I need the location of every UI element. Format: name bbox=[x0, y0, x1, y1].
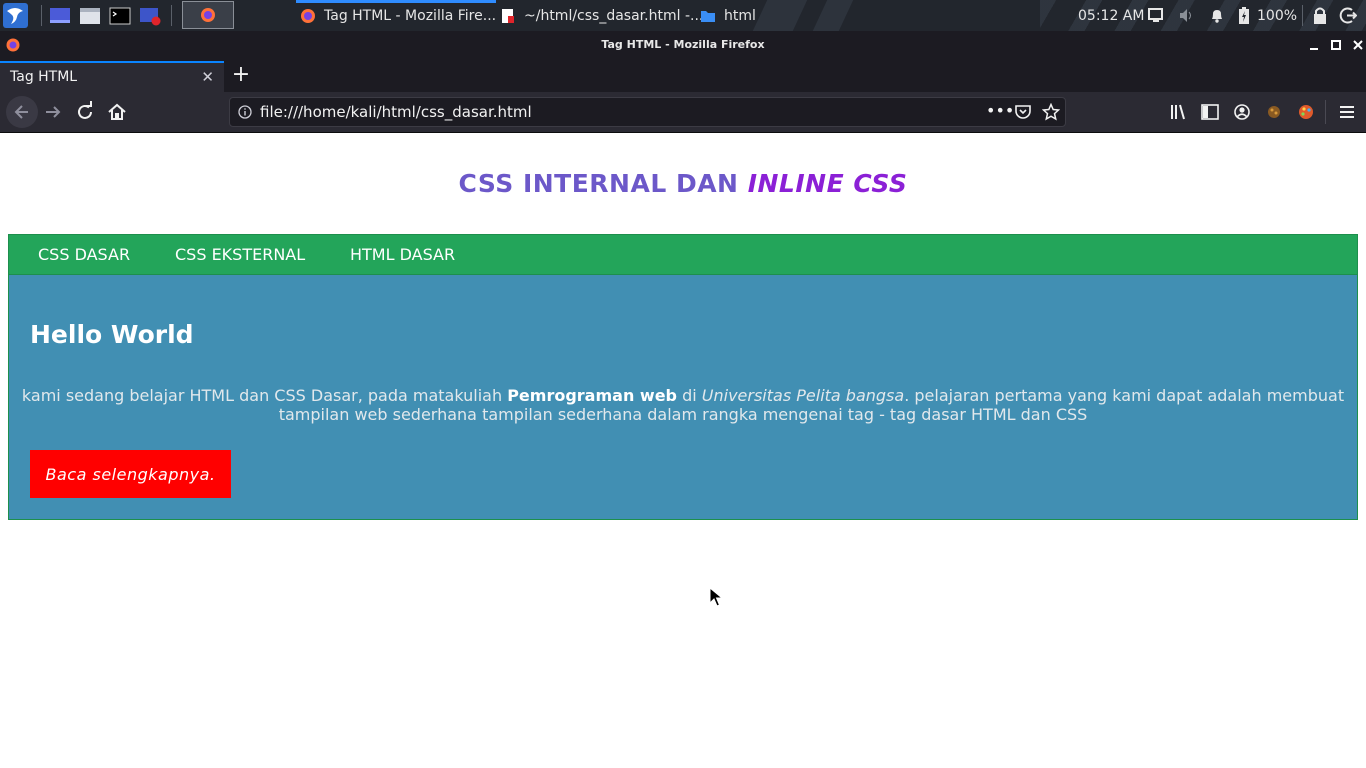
battery-level: 100% bbox=[1257, 0, 1297, 31]
kali-menu-icon[interactable] bbox=[3, 3, 28, 28]
lock-icon[interactable] bbox=[1312, 6, 1328, 25]
text-file-icon bbox=[502, 8, 514, 23]
show-desktop-icon[interactable] bbox=[49, 5, 71, 26]
display-icon[interactable] bbox=[1147, 7, 1165, 24]
tab-title: Tag HTML bbox=[10, 69, 78, 85]
sidebar-icon[interactable] bbox=[1198, 100, 1222, 124]
section-paragraph: kami sedang belajar HTML dan CSS Dasar, … bbox=[19, 386, 1347, 424]
panel-separator bbox=[171, 5, 172, 26]
paragraph-bold: Pemrograman web bbox=[507, 386, 677, 405]
page-heading: CSS INTERNAL DAN INLINE CSS bbox=[0, 169, 1366, 198]
page-navigation: CSS DASAR CSS EKSTERNAL HTML DASAR bbox=[8, 234, 1358, 275]
folder-icon bbox=[701, 10, 715, 22]
battery-percent: 100% bbox=[1257, 7, 1298, 24]
task-label: Tag HTML - Mozilla Fire... bbox=[324, 7, 497, 24]
task-firefox[interactable]: Tag HTML - Mozilla Fire... bbox=[300, 0, 496, 31]
maximize-button[interactable] bbox=[1327, 36, 1345, 54]
firefox-icon bbox=[201, 8, 215, 22]
panel-separator bbox=[1302, 5, 1303, 26]
heading-plain: CSS INTERNAL DAN bbox=[458, 169, 739, 198]
paragraph-text: di bbox=[677, 386, 702, 405]
clock[interactable]: 05:12 AM bbox=[1078, 0, 1144, 31]
task-folder[interactable]: html bbox=[700, 0, 756, 31]
pocket-icon[interactable] bbox=[1014, 103, 1032, 121]
paragraph-italic: Universitas Pelita bangsa bbox=[701, 386, 905, 405]
file-manager-icon[interactable] bbox=[79, 5, 101, 26]
window-title: Tag HTML - Mozilla Firefox bbox=[601, 38, 765, 51]
menu-icon[interactable] bbox=[1335, 100, 1359, 124]
reload-button[interactable] bbox=[73, 100, 97, 124]
minimize-button[interactable] bbox=[1305, 36, 1323, 54]
task-text-editor[interactable]: ~/html/css_dasar.html -... bbox=[500, 0, 703, 31]
battery-icon[interactable] bbox=[1238, 6, 1250, 25]
firefox-launcher[interactable] bbox=[182, 1, 234, 29]
nav-link-html-dasar[interactable]: HTML DASAR bbox=[350, 245, 455, 264]
read-more-button[interactable]: Baca selengkapnya. bbox=[30, 450, 231, 498]
forward-button[interactable] bbox=[41, 100, 65, 124]
bookmark-star-icon[interactable] bbox=[1042, 103, 1060, 121]
window-titlebar[interactable]: Tag HTML - Mozilla Firefox bbox=[0, 31, 1366, 59]
back-button[interactable] bbox=[6, 96, 38, 128]
tab-strip: Tag HTML ✕ + bbox=[0, 59, 1366, 92]
navigation-toolbar: ••• bbox=[0, 92, 1366, 133]
heading-italic: INLINE CSS bbox=[747, 169, 908, 198]
nav-link-css-dasar[interactable]: CSS DASAR bbox=[38, 245, 130, 264]
screen-recorder-icon[interactable] bbox=[139, 5, 161, 26]
notifications-icon[interactable] bbox=[1208, 7, 1226, 24]
content-section: Hello World kami sedang belajar HTML dan… bbox=[8, 275, 1358, 520]
color-extension-icon[interactable] bbox=[1294, 100, 1318, 124]
logout-icon[interactable] bbox=[1339, 6, 1358, 25]
page-actions-icon[interactable]: ••• bbox=[986, 101, 1014, 123]
system-panel: Tag HTML - Mozilla Fire... ~/html/css_da… bbox=[0, 0, 1366, 31]
terminal-icon[interactable] bbox=[109, 5, 131, 26]
clock-time: 05:12 AM bbox=[1078, 7, 1145, 24]
extension-icon[interactable] bbox=[1262, 100, 1286, 124]
close-window-button[interactable] bbox=[1349, 36, 1366, 54]
toolbar-separator bbox=[1325, 100, 1326, 124]
library-icon[interactable] bbox=[1167, 100, 1191, 124]
nav-link-css-eksternal[interactable]: CSS EKSTERNAL bbox=[175, 245, 305, 264]
site-info-icon[interactable] bbox=[238, 105, 252, 119]
paragraph-text: kami sedang belajar HTML dan CSS Dasar, … bbox=[21, 386, 508, 405]
account-icon[interactable] bbox=[1230, 100, 1254, 124]
firefox-icon bbox=[301, 8, 315, 23]
new-tab-button[interactable]: + bbox=[230, 64, 252, 87]
panel-background-decoration bbox=[812, 0, 854, 31]
panel-background-decoration bbox=[752, 0, 808, 31]
volume-icon[interactable] bbox=[1178, 7, 1196, 24]
panel-separator bbox=[41, 5, 42, 26]
web-page: CSS INTERNAL DAN INLINE CSS CSS DASAR CS… bbox=[0, 133, 1366, 768]
mouse-cursor-icon bbox=[709, 587, 723, 607]
section-heading: Hello World bbox=[30, 320, 194, 349]
task-label: ~/html/css_dasar.html -... bbox=[524, 7, 704, 24]
address-bar[interactable]: ••• bbox=[229, 97, 1066, 127]
task-label: html bbox=[724, 7, 756, 24]
tab-tag-html[interactable]: Tag HTML ✕ bbox=[0, 61, 224, 92]
url-input[interactable] bbox=[260, 102, 960, 122]
home-button[interactable] bbox=[105, 100, 129, 124]
close-tab-icon[interactable]: ✕ bbox=[201, 68, 214, 86]
